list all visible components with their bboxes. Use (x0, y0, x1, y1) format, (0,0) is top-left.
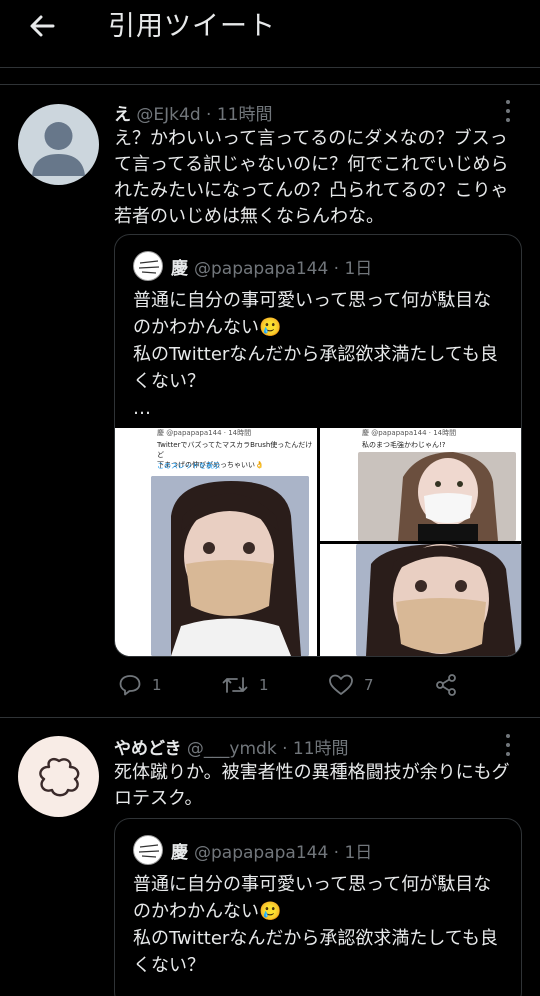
selfie-photo (151, 476, 309, 656)
screenshot-header: 慶 @papapapa144 · 14時間 (362, 429, 457, 437)
screenshot-header: 慶 @papapapa144 · 14時間 (157, 429, 252, 437)
reply-icon (119, 675, 141, 696)
selfie-closeup-photo (356, 544, 521, 656)
media-image-3[interactable] (320, 544, 521, 656)
more-options-icon[interactable] (498, 100, 518, 122)
tweet-text: 死体蹴りか。被害者性の異種格闘技が余りにもグロテスク。 (114, 762, 510, 809)
quoted-header: 慶 @papapapa144 · 1日 (133, 835, 372, 865)
quoted-display-name: 慶 (171, 842, 188, 863)
reply-count: 1 (152, 676, 162, 694)
media-image-1[interactable]: 慶 @papapapa144 · 14時間 TwitterでバズってたマスカラB… (115, 428, 317, 656)
display-name[interactable]: え (114, 105, 131, 125)
avatar[interactable] (18, 104, 99, 185)
tweet-2[interactable]: やめどき @___ymdk · 11時間 死体蹴りか。被害者性の異種格闘技が余り… (0, 718, 540, 996)
back-button[interactable] (26, 10, 58, 42)
tweet-header: やめどき @___ymdk · 11時間 (114, 734, 349, 759)
quoted-handle-and-time: @papapapa144 · 1日 (194, 258, 373, 279)
screenshot-thread-link: このスレッドを表示 (157, 462, 220, 470)
sketch-avatar-icon (138, 260, 160, 274)
like-count: 7 (364, 676, 374, 694)
quoted-avatar (133, 835, 163, 865)
handle-and-time: @EJk4d · 11時間 (136, 105, 273, 125)
masked-portrait-photo (358, 452, 516, 541)
quoted-text: 普通に自分の事可愛いって思って何が駄目なのかわかんない🥲 私のTwitterなん… (133, 874, 498, 976)
quoted-display-name: 慶 (171, 258, 188, 279)
display-name[interactable]: やめどき (114, 739, 182, 759)
quoted-tweet[interactable]: 慶 @papapapa144 · 1日 普通に自分の事可愛いって思って何が駄目な… (114, 234, 522, 657)
screenshot-text: 私のまつ毛強かわじゃん!? (362, 441, 446, 449)
quoted-header: 慶 @papapapa144 · 1日 (133, 251, 372, 281)
quoted-avatar (133, 251, 163, 281)
handle-and-time: @___ymdk · 11時間 (186, 739, 349, 759)
section-gap (0, 69, 540, 85)
share-icon (436, 674, 456, 696)
tweet-header: え @EJk4d · 11時間 (114, 100, 272, 125)
quoted-media-grid: 慶 @papapapa144 · 14時間 TwitterでバズってたマスカラB… (115, 428, 521, 656)
like-button[interactable]: 7 (328, 673, 374, 697)
tweet-actions: 1 1 7 (114, 673, 514, 703)
quoted-tweet[interactable]: 慶 @papapapa144 · 1日 普通に自分の事可愛いって思って何が駄目な… (114, 818, 522, 996)
tweet-1[interactable]: え @EJk4d · 11時間 え？かわいいって言ってるのにダメなの？ブスって言… (0, 86, 540, 716)
more-options-icon[interactable] (498, 734, 518, 756)
page-title: 引用ツイート (108, 11, 276, 42)
tweet-text: え？かわいいって言ってるのにダメなの？ブスって言ってる訳じゃないのに？何でこれで… (114, 128, 509, 227)
top-bar: 引用ツイート (0, 0, 540, 68)
sketch-avatar-icon (138, 844, 160, 858)
arrow-left-icon (30, 15, 55, 37)
media-image-2[interactable]: 慶 @papapapa144 · 14時間 私のまつ毛強かわじゃん!? (320, 428, 521, 541)
avatar[interactable] (18, 736, 99, 817)
retweet-icon (222, 677, 248, 693)
heart-icon (329, 674, 353, 695)
quoted-text: 普通に自分の事可愛いって思って何が駄目なのかわかんない🥲 私のTwitterなん… (133, 290, 498, 419)
retweet-count: 1 (259, 676, 269, 694)
default-user-icon (32, 122, 85, 176)
reply-button[interactable]: 1 (118, 673, 162, 697)
quoted-handle-and-time: @papapapa144 · 1日 (194, 842, 373, 863)
retweet-button[interactable]: 1 (221, 673, 269, 697)
flower-doodle-icon (38, 757, 79, 796)
share-button[interactable] (434, 673, 458, 697)
